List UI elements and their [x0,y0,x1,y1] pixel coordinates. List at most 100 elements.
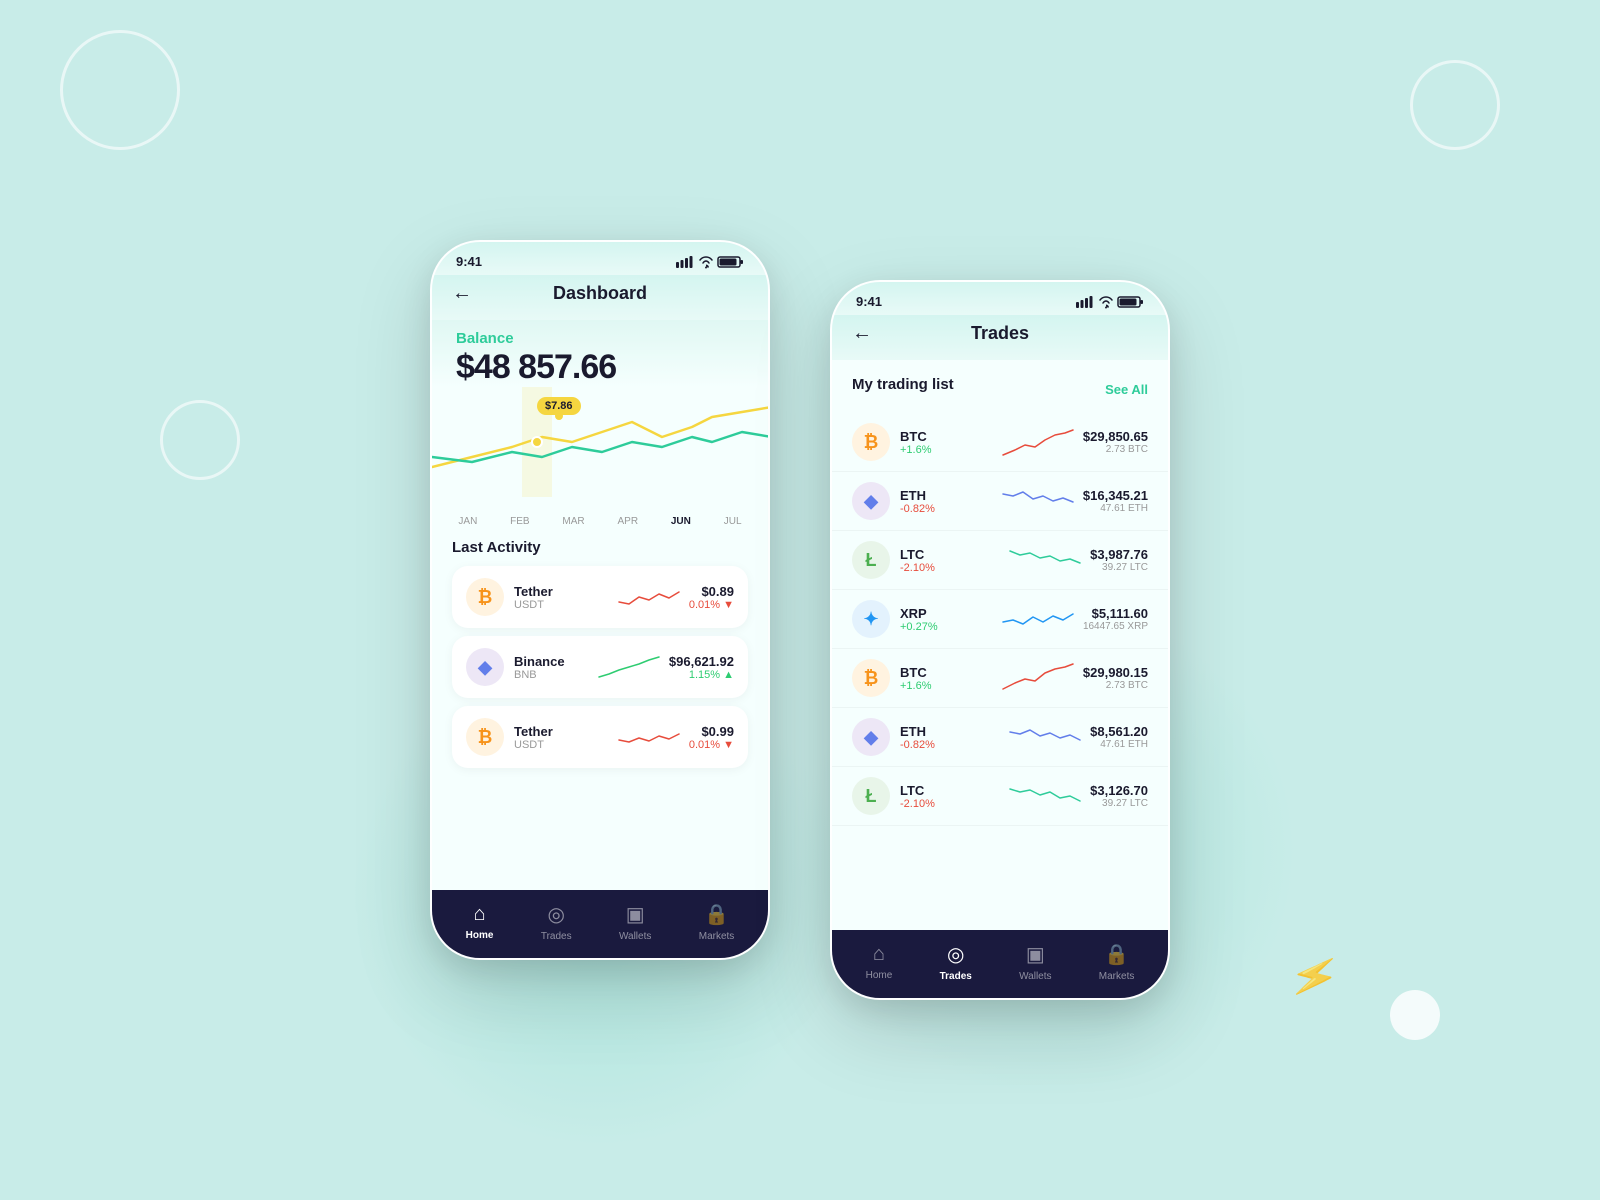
see-all-button[interactable]: See All [1105,382,1148,397]
nav-wallets-left[interactable]: ▣ Wallets [619,902,651,942]
back-button-right[interactable]: ← [852,322,872,345]
last-activity-section: Last Activity ₿ Tether USDT $0.89 0.01% … [432,527,768,788]
trade-amount-btc2: 2.73 BTC [1083,680,1148,691]
trade-icon-xrp: ✦ [852,600,890,638]
nav-wallets-label-right: Wallets [1019,971,1051,982]
coin-icon-tether1: ₿ [466,578,504,616]
trades-section-header: My trading list See All [832,368,1168,413]
nav-home-icon: ⌂ [474,903,486,926]
coin-value-tether2: $0.99 0.01% ▼ [689,724,734,751]
trade-icon-eth2: ◆ [852,718,890,756]
trade-price-btc2: $29,980.15 [1083,665,1148,680]
bottom-nav-left: ⌂ Home ◎ Trades ▣ Wallets 🔒 Markets [432,890,768,958]
trades-title: Trades [971,323,1029,344]
mini-chart-tether2 [619,722,679,752]
trade-item-btc1[interactable]: ₿ BTC +1.6% $29,850.65 2.73 BTC [832,413,1168,472]
trade-item-ltc1[interactable]: Ł LTC -2.10% $3,987.76 39.27 LTC [832,531,1168,590]
trades-header: ← Trades [832,315,1168,360]
trade-chart-ltc2 [1010,779,1080,814]
nav-home-right[interactable]: ⌂ Home [866,943,893,981]
coin-name-tether1: Tether [514,584,609,599]
nav-trades-right[interactable]: ◎ Trades [940,942,972,982]
trade-value-btc2: $29,980.15 2.73 BTC [1083,665,1148,691]
coin-price-tether2: $0.99 [689,724,734,739]
trade-price-ltc1: $3,987.76 [1090,547,1148,562]
nav-wallets-right[interactable]: ▣ Wallets [1019,942,1051,982]
trade-value-eth1: $16,345.21 47.61 ETH [1083,488,1148,514]
battery-icon-left [718,256,744,268]
coin-info-bnb: Binance BNB [514,654,589,681]
trade-icon-btc2: ₿ [852,659,890,697]
deco-bolt: ⚡ [1285,947,1345,1005]
coin-change-tether1: 0.01% ▼ [689,599,734,611]
phone-dashboard: 9:41 [430,240,770,960]
bottom-nav-right: ⌂ Home ◎ Trades ▣ Wallets 🔒 Markets [832,930,1168,998]
trade-value-btc1: $29,850.65 2.73 BTC [1083,429,1148,455]
back-button-left[interactable]: ← [452,282,472,305]
trade-item-eth2[interactable]: ◆ ETH -0.82% $8,561.20 47.61 ETH [832,708,1168,767]
wifi-icon-left [698,256,714,268]
trade-change-btc1: +1.6% [900,444,993,456]
trade-price-btc1: $29,850.65 [1083,429,1148,444]
chart-area: $7.86 JAN FEB MAR APR JUN JUL [432,387,768,527]
coin-price-tether1: $0.89 [689,584,734,599]
coin-value-bnb: $96,621.92 1.15% ▲ [669,654,734,681]
deco-circle-ml [160,400,240,480]
nav-wallets-label: Wallets [619,931,651,942]
month-jul: JUL [724,516,742,527]
trade-value-eth2: $8,561.20 47.61 ETH [1090,724,1148,750]
trade-value-xrp: $5,111.60 16447.65 XRP [1083,606,1148,632]
nav-trades-icon: ◎ [547,902,564,927]
nav-trades-icon-right: ◎ [947,942,964,967]
trade-change-ltc1: -2.10% [900,562,1000,574]
trade-value-ltc1: $3,987.76 39.27 LTC [1090,547,1148,573]
nav-trades-left[interactable]: ◎ Trades [541,902,572,942]
trade-chart-ltc1 [1010,543,1080,578]
coin-change-tether2: 0.01% ▼ [689,739,734,751]
coin-icon-bnb: ◆ [466,648,504,686]
activity-item-0[interactable]: ₿ Tether USDT $0.89 0.01% ▼ [452,566,748,628]
activity-item-2[interactable]: ₿ Tether USDT $0.99 0.01% ▼ [452,706,748,768]
trade-chart-btc2 [1003,661,1073,696]
trade-info-btc2: BTC +1.6% [900,665,993,692]
status-bar-left: 9:41 [432,242,768,275]
signal-icon-left [676,256,694,268]
balance-section: Balance $48 857.66 [432,320,768,387]
coin-ticker-tether2: USDT [514,739,609,751]
trade-icon-ltc2: Ł [852,777,890,815]
trade-item-xrp[interactable]: ✦ XRP +0.27% $5,111.60 16447.65 XRP [832,590,1168,649]
trade-change-xrp: +0.27% [900,621,993,633]
trade-price-eth2: $8,561.20 [1090,724,1148,739]
phone-trades: 9:41 [830,280,1170,1000]
trade-name-btc2: BTC [900,665,993,680]
trade-icon-ltc1: Ł [852,541,890,579]
trade-item-ltc2[interactable]: Ł LTC -2.10% $3,126.70 39.27 LTC [832,767,1168,826]
nav-markets-left[interactable]: 🔒 Markets [699,902,735,942]
trade-name-eth1: ETH [900,488,993,503]
trade-name-ltc2: LTC [900,783,1000,798]
nav-trades-label: Trades [541,931,572,942]
nav-markets-label: Markets [699,931,735,942]
coin-change-bnb: 1.15% ▲ [669,669,734,681]
month-jan: JAN [458,516,477,527]
trade-change-btc2: +1.6% [900,680,993,692]
trade-amount-eth1: 47.61 ETH [1083,503,1148,514]
balance-label: Balance [456,330,514,347]
month-feb: FEB [510,516,529,527]
trade-price-ltc2: $3,126.70 [1090,783,1148,798]
nav-markets-right[interactable]: 🔒 Markets [1099,942,1135,982]
month-mar: MAR [562,516,584,527]
phones-container: 9:41 [430,200,1170,1000]
status-icons-left [676,256,744,268]
trade-info-xrp: XRP +0.27% [900,606,993,633]
nav-wallets-icon: ▣ [626,902,645,927]
activity-item-1[interactable]: ◆ Binance BNB $96,621.92 1.15% ▲ [452,636,748,698]
dashboard-title: Dashboard [553,283,647,304]
nav-home-left[interactable]: ⌂ Home [466,903,494,941]
mini-chart-bnb [599,652,659,682]
trades-list: My trading list See All ₿ BTC +1.6% $29,… [832,360,1168,834]
status-icons-right [1076,296,1144,308]
nav-home-label-right: Home [866,970,893,981]
trade-item-btc2[interactable]: ₿ BTC +1.6% $29,980.15 2.73 BTC [832,649,1168,708]
trade-item-eth1[interactable]: ◆ ETH -0.82% $16,345.21 47.61 ETH [832,472,1168,531]
